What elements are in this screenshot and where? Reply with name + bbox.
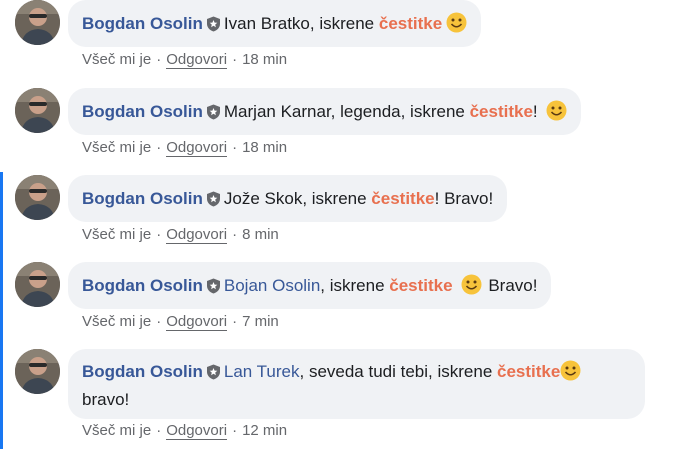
- comment-author[interactable]: Bogdan Osolin: [82, 189, 203, 208]
- comment-text: , iskrene: [320, 276, 390, 295]
- avatar[interactable]: [15, 88, 60, 133]
- timestamp[interactable]: 12 min: [242, 422, 287, 439]
- separator: ·: [232, 313, 238, 330]
- comment-bubble: Bogdan Osolin Marjan Karnar, legenda, isk…: [68, 88, 582, 138]
- shield-star-icon: [206, 3, 221, 50]
- comment-text-tail: !: [532, 102, 543, 121]
- smiley-emoji-icon: [446, 4, 467, 51]
- reply-link[interactable]: Odgovori: [166, 226, 228, 244]
- separator: ·: [232, 139, 238, 156]
- comment-author[interactable]: Bogdan Osolin: [82, 14, 203, 33]
- timestamp[interactable]: 18 min: [242, 51, 287, 68]
- shield-star-icon: [206, 363, 221, 387]
- shield-star-icon: [206, 178, 221, 225]
- like-link[interactable]: Všeč mi je: [82, 313, 151, 330]
- avatar[interactable]: [15, 175, 60, 220]
- smiley-emoji-icon: [461, 266, 482, 313]
- timestamp[interactable]: 18 min: [242, 139, 287, 156]
- comment-text: Ivan Bratko, iskrene: [223, 14, 379, 33]
- comment-text: , seveda tudi tebi, iskrene: [299, 362, 498, 381]
- separator: ·: [156, 422, 162, 439]
- highlighted-word: čestitke: [497, 362, 561, 381]
- separator: ·: [232, 226, 238, 243]
- comment-text: Marjan Karnar, legenda, iskrene: [223, 102, 470, 121]
- highlighted-word: čestitke: [389, 276, 453, 295]
- timestamp[interactable]: 8 min: [242, 226, 279, 243]
- comment-actions: Všeč mi je · Odgovori · 8 min: [82, 226, 279, 244]
- reply-link[interactable]: Odgovori: [166, 51, 228, 69]
- avatar[interactable]: [15, 0, 60, 45]
- comment-thread: Bogdan Osolin Ivan Bratko, iskrene čestit…: [0, 0, 698, 449]
- avatar[interactable]: [15, 349, 60, 394]
- comment-actions: Všeč mi je · Odgovori · 7 min: [82, 313, 279, 331]
- reply-link[interactable]: Odgovori: [166, 313, 228, 331]
- highlighted-word: čestitke: [378, 14, 443, 33]
- separator: ·: [232, 422, 238, 439]
- comment-bubble: Bogdan Osolin Bojan Osolin, iskrene česti…: [68, 262, 552, 312]
- like-link[interactable]: Všeč mi je: [82, 139, 151, 156]
- like-link[interactable]: Všeč mi je: [82, 51, 151, 68]
- highlighted-word: čestitke: [469, 102, 533, 121]
- separator: ·: [156, 139, 162, 156]
- comment-author[interactable]: Bogdan Osolin: [82, 102, 203, 121]
- separator: ·: [156, 313, 162, 330]
- smiley-emoji-icon: [560, 360, 581, 388]
- comment-text-tail: bravo!: [82, 390, 130, 409]
- comment-bubble: Bogdan Osolin Ivan Bratko, iskrene čestit…: [68, 0, 482, 50]
- comment-text-tail: Bravo!: [488, 276, 538, 295]
- thread-rail: [0, 172, 3, 449]
- timestamp[interactable]: 7 min: [242, 313, 279, 330]
- comment-text: Jože Skok, iskrene: [223, 189, 372, 208]
- mention-link[interactable]: Lan Turek: [224, 362, 300, 381]
- comment-text-tail: ! Bravo!: [434, 189, 494, 208]
- reply-link[interactable]: Odgovori: [166, 139, 228, 157]
- separator: ·: [232, 51, 238, 68]
- shield-star-icon: [206, 265, 221, 312]
- separator: ·: [156, 226, 162, 243]
- comment-author[interactable]: Bogdan Osolin: [82, 362, 203, 381]
- highlighted-word: čestitke: [371, 189, 435, 208]
- like-link[interactable]: Všeč mi je: [82, 226, 151, 243]
- comment-bubble: Bogdan Osolin Lan Turek, seveda tudi tebi…: [68, 349, 645, 419]
- avatar[interactable]: [15, 262, 60, 307]
- like-link[interactable]: Všeč mi je: [82, 422, 151, 439]
- comment-actions: Všeč mi je · Odgovori · 18 min: [82, 51, 287, 69]
- comment-text-space: [453, 276, 458, 295]
- comment-actions: Všeč mi je · Odgovori · 12 min: [82, 422, 287, 440]
- comment-actions: Všeč mi je · Odgovori · 18 min: [82, 139, 287, 157]
- smiley-emoji-icon: [546, 92, 567, 139]
- shield-star-icon: [206, 91, 221, 138]
- mention-link[interactable]: Bojan Osolin: [224, 276, 320, 295]
- reply-link[interactable]: Odgovori: [166, 422, 228, 440]
- comment-bubble: Bogdan Osolin Jože Skok, iskrene čestitke…: [68, 175, 508, 225]
- separator: ·: [156, 51, 162, 68]
- comment-author[interactable]: Bogdan Osolin: [82, 276, 203, 295]
